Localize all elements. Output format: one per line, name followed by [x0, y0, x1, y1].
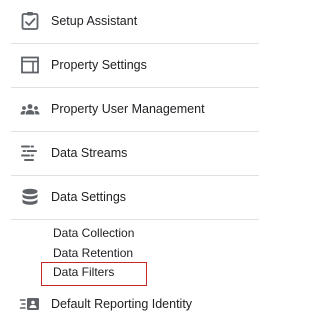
- nav-item-label: Default Reporting Identity: [51, 297, 193, 311]
- nav-item-label: Setup Assistant: [51, 14, 138, 28]
- nav-item-label: Data Streams: [51, 146, 128, 160]
- property-window-icon: [19, 54, 41, 76]
- nav-item-property-user-management[interactable]: Property User Management: [0, 88, 259, 132]
- nav-item-default-reporting-identity[interactable]: Default Reporting Identity: [0, 283, 259, 327]
- nav-item-setup-assistant[interactable]: Setup Assistant: [0, 0, 259, 44]
- nav-item-data-streams[interactable]: Data Streams: [0, 132, 259, 176]
- database-icon: [19, 186, 41, 208]
- nav-item-property-settings[interactable]: Property Settings: [0, 44, 259, 88]
- sub-item-data-retention[interactable]: Data Retention: [53, 245, 133, 261]
- nav-item-label: Data Settings: [51, 190, 127, 204]
- checkbox-list-icon: [19, 10, 41, 32]
- sub-item-data-collection[interactable]: Data Collection: [53, 225, 134, 241]
- nav-item-label: Property User Management: [51, 102, 205, 116]
- reporting-identity-icon: [19, 293, 41, 315]
- streams-icon: [19, 142, 41, 164]
- divider: [11, 219, 259, 220]
- nav-item-label: Property Settings: [51, 58, 147, 72]
- nav-item-data-settings[interactable]: Data Settings: [0, 176, 259, 220]
- people-group-icon: [19, 98, 41, 120]
